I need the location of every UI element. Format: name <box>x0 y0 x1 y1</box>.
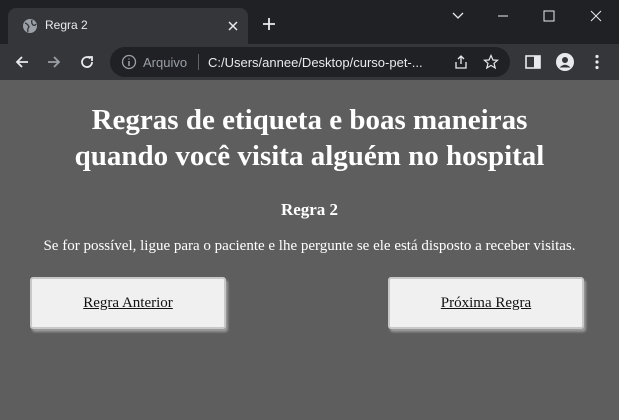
address-bar[interactable]: Arquivo C:/Users/annee/Desktop/curso-pet… <box>110 47 510 77</box>
kebab-menu-icon[interactable] <box>587 52 607 72</box>
reload-icon[interactable] <box>77 52 97 72</box>
close-icon[interactable] <box>224 17 242 35</box>
previous-rule-link[interactable]: Regra Anterior <box>83 295 173 312</box>
browser-tab[interactable]: Regra 2 <box>8 8 248 44</box>
profile-icon[interactable] <box>555 52 575 72</box>
omnibox-divider <box>198 54 199 70</box>
next-rule-button[interactable]: Próxima Regra <box>388 277 584 329</box>
page-title: Regras de etiqueta e boas maneiras quand… <box>0 102 619 174</box>
plus-icon[interactable] <box>260 15 278 33</box>
browser-toolbar: Arquivo C:/Users/annee/Desktop/curso-pet… <box>0 44 619 80</box>
share-icon[interactable] <box>453 54 469 70</box>
tab-strip: Regra 2 <box>0 0 619 44</box>
previous-rule-button[interactable]: Regra Anterior <box>30 277 226 329</box>
url-text[interactable]: C:/Users/annee/Desktop/curso-pet-... <box>208 55 423 70</box>
rule-heading: Regra 2 <box>280 200 339 219</box>
maximize-icon[interactable] <box>526 0 572 32</box>
page-content: Regras de etiqueta e boas maneiras quand… <box>0 80 619 420</box>
minimize-icon[interactable] <box>480 0 526 32</box>
tab-title: Regra 2 <box>45 18 88 32</box>
page-title-line-2: quando você visita alguém no hospital <box>74 140 545 172</box>
side-panel-icon[interactable] <box>523 52 543 72</box>
back-arrow-icon[interactable] <box>12 52 32 72</box>
window-close-icon[interactable] <box>573 0 619 32</box>
star-icon[interactable] <box>483 54 499 70</box>
file-scheme-label: Arquivo <box>143 55 188 70</box>
globe-icon <box>23 19 37 33</box>
page-title-line-1: Regras de etiqueta e boas maneiras <box>91 104 528 136</box>
rule-text: Se for possível, ligue para o paciente e… <box>43 238 576 254</box>
next-rule-link[interactable]: Próxima Regra <box>441 295 531 312</box>
info-icon[interactable] <box>121 54 137 70</box>
chevron-down-icon[interactable] <box>448 8 468 24</box>
forward-arrow-icon[interactable] <box>44 52 64 72</box>
